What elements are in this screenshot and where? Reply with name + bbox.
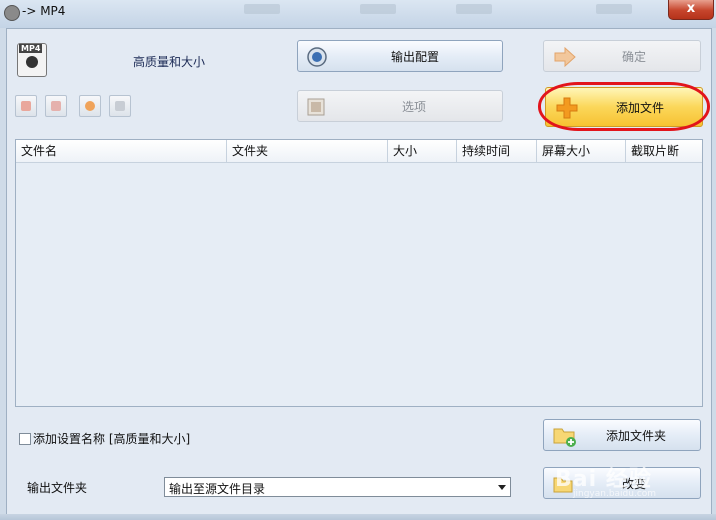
title-bar: -> MP4 x — [0, 0, 716, 28]
mp4-format-icon: MP4 — [17, 43, 47, 77]
info-button[interactable] — [109, 95, 131, 117]
ok-label: 确定 — [622, 49, 647, 64]
close-button[interactable]: x — [668, 0, 714, 20]
preset-label: 高质量和大小 — [133, 55, 206, 69]
output-folder-value: 输出至源文件目录 — [169, 482, 266, 496]
ok-button[interactable]: 确定 — [543, 40, 701, 72]
desktop-strip — [0, 514, 716, 520]
highlight-annotation — [538, 82, 710, 131]
column-header-duration[interactable]: 持续时间 — [457, 140, 537, 162]
options-button[interactable]: 选项 — [297, 90, 503, 122]
window-title: -> MP4 — [22, 4, 66, 18]
app-icon — [4, 5, 20, 21]
play-button[interactable] — [79, 95, 101, 117]
file-list[interactable]: 文件名 文件夹 大小 持续时间 屏幕大小 截取片断 — [15, 139, 703, 407]
film-icon — [307, 98, 325, 116]
list-header: 文件名 文件夹 大小 持续时间 屏幕大小 截取片断 — [16, 140, 702, 163]
folder-add-icon — [553, 428, 576, 447]
options-label: 选项 — [402, 99, 427, 114]
blurred-tab — [596, 4, 632, 14]
gear-icon — [307, 47, 327, 67]
main-panel: MP4 高质量和大小 输出配置 确定 选项 添加文件 文件名 文件夹 大小 持续… — [6, 28, 712, 516]
output-folder-select[interactable]: 输出至源文件目录 — [164, 477, 511, 497]
add-folder-label: 添加文件夹 — [606, 428, 667, 443]
close-icon: x — [686, 1, 696, 16]
info-icon — [115, 101, 125, 111]
column-header-folder[interactable]: 文件夹 — [227, 140, 388, 162]
arrow-right-icon — [554, 47, 576, 67]
baidu-watermark-url: jingyan.baidu.com — [573, 489, 657, 499]
output-folder-label: 输出文件夹 — [27, 481, 88, 495]
column-header-filename[interactable]: 文件名 — [16, 140, 227, 162]
clear-icon — [51, 101, 61, 111]
output-config-button[interactable]: 输出配置 — [297, 40, 503, 72]
clear-button[interactable] — [45, 95, 67, 117]
remove-button[interactable] — [15, 95, 37, 117]
add-folder-button[interactable]: 添加文件夹 — [543, 419, 701, 451]
chevron-down-icon — [498, 485, 506, 490]
add-setting-name-checkbox[interactable] — [19, 433, 31, 445]
play-icon — [85, 101, 95, 111]
column-header-clip[interactable]: 截取片断 — [626, 140, 702, 162]
remove-icon — [21, 101, 31, 111]
column-header-size[interactable]: 大小 — [388, 140, 457, 162]
blurred-tab — [244, 4, 280, 14]
blurred-tab — [360, 4, 396, 14]
output-config-label: 输出配置 — [391, 49, 440, 64]
add-setting-name-label: 添加设置名称 [高质量和大小] — [33, 432, 191, 446]
column-header-screen-size[interactable]: 屏幕大小 — [537, 140, 626, 162]
blurred-tab — [456, 4, 492, 14]
